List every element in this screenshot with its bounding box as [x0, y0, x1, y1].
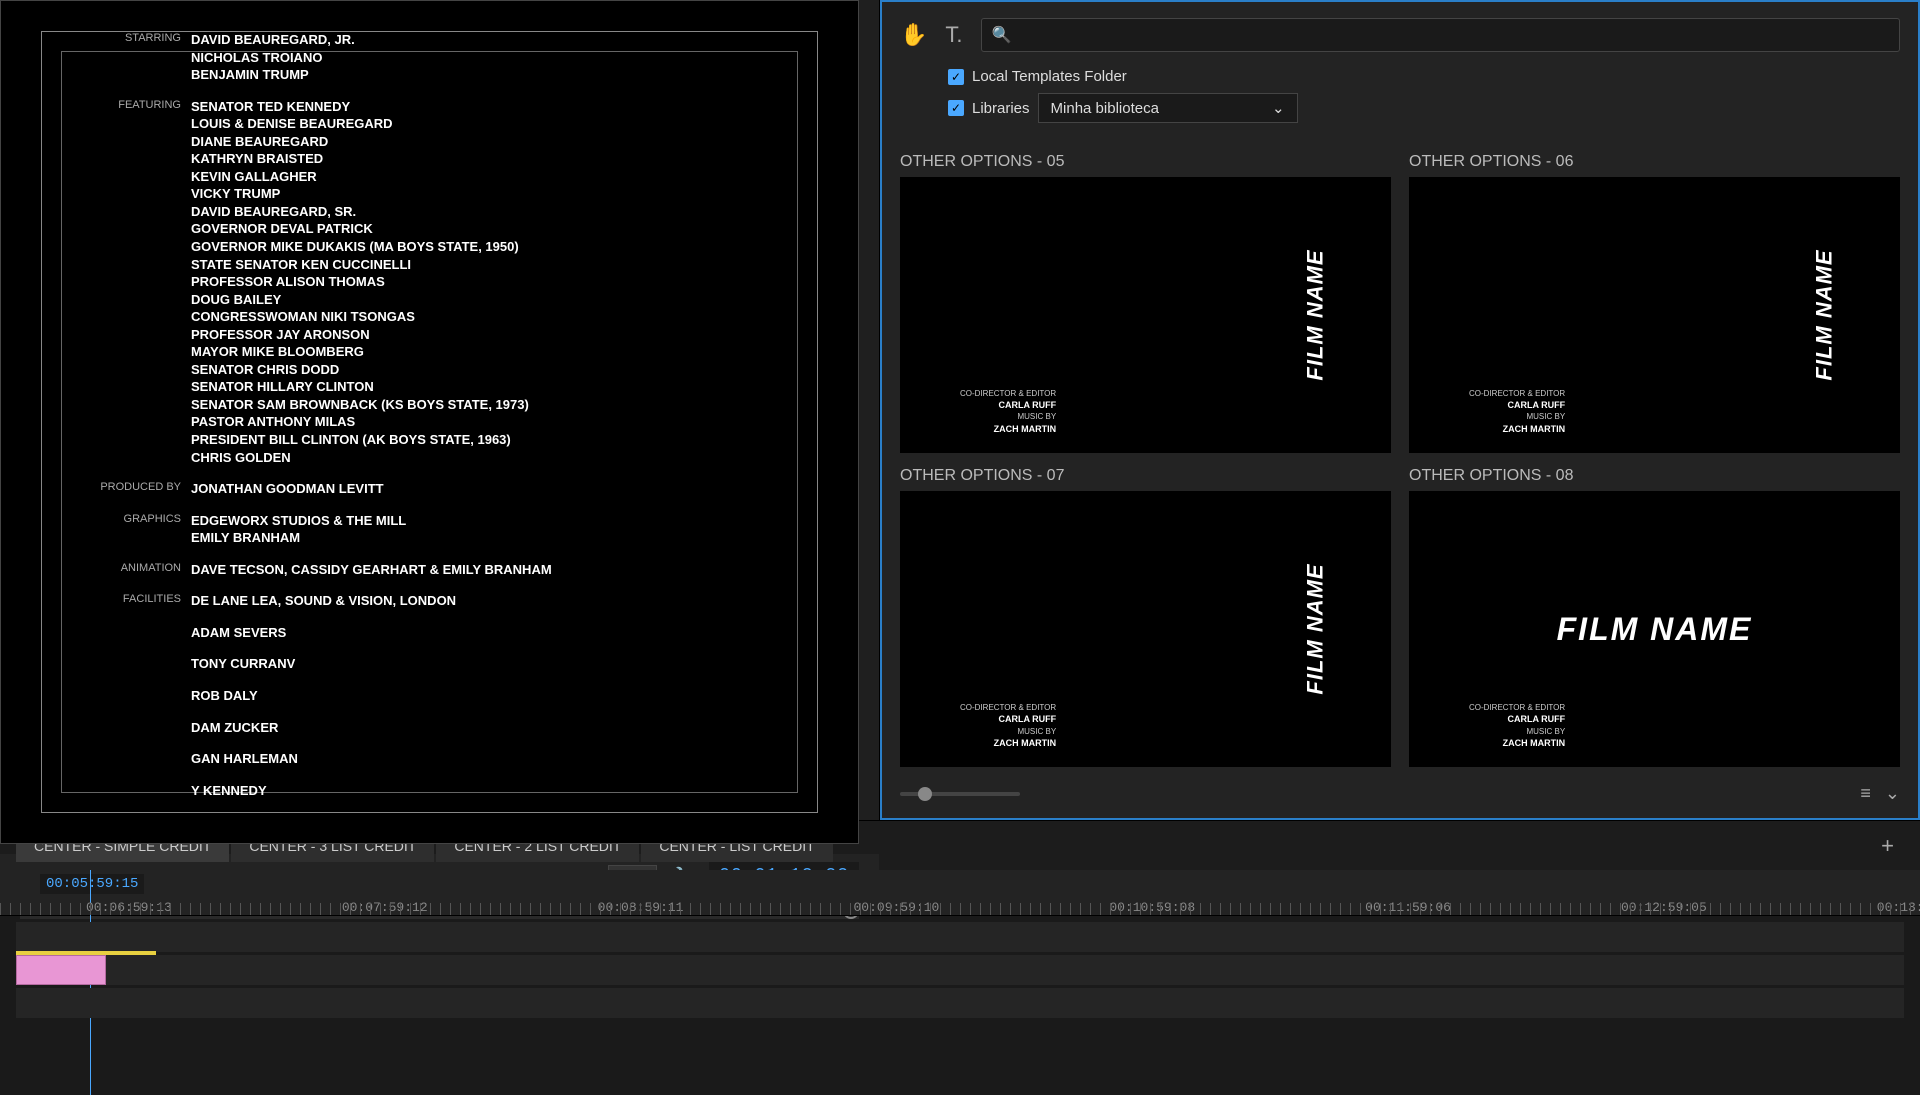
- program-monitor[interactable]: STARRING DAVID BEAUREGARD, JR.NICHOLAS T…: [0, 0, 859, 844]
- video-track[interactable]: [16, 922, 1904, 952]
- sort-chevron-icon[interactable]: ⌄: [1885, 783, 1900, 804]
- credits-roll: STARRING DAVID BEAUREGARD, JR.NICHOLAS T…: [31, 21, 828, 823]
- template-thumbnail[interactable]: CO-DIRECTOR & EDITORCARLA RUFFMUSIC BYZA…: [1409, 177, 1900, 453]
- video-track[interactable]: [16, 955, 1904, 985]
- template-item[interactable]: OTHER OPTIONS - 08CO-DIRECTOR & EDITORCA…: [1409, 461, 1900, 767]
- template-item[interactable]: OTHER OPTIONS - 05CO-DIRECTOR & EDITORCA…: [900, 147, 1391, 453]
- program-monitor-panel: STARRING DAVID BEAUREGARD, JR.NICHOLAS T…: [0, 0, 880, 820]
- libraries-label: Libraries: [972, 100, 1030, 117]
- eg-filters: ✓ Local Templates Folder ✓ Libraries Min…: [900, 64, 1900, 143]
- timeline-panel: CENTER - SIMPLE CREDITCENTER - 3 LIST CR…: [0, 820, 1920, 1080]
- zoom-handle[interactable]: [918, 787, 932, 801]
- template-thumbnail[interactable]: CO-DIRECTOR & EDITORCARLA RUFFMUSIC BYZA…: [900, 491, 1391, 767]
- credit-label: FEATURING: [71, 98, 181, 466]
- template-label: OTHER OPTIONS - 05: [900, 147, 1391, 177]
- video-track[interactable]: [16, 988, 1904, 1018]
- template-item[interactable]: OTHER OPTIONS - 07CO-DIRECTOR & EDITORCA…: [900, 461, 1391, 767]
- playhead-timecode[interactable]: 00:05:59:15: [40, 874, 144, 894]
- template-thumbnail[interactable]: CO-DIRECTOR & EDITORCARLA RUFFMUSIC BYZA…: [900, 177, 1391, 453]
- template-item[interactable]: OTHER OPTIONS - 06CO-DIRECTOR & EDITORCA…: [1409, 147, 1900, 453]
- hand-tool-icon[interactable]: ✋: [900, 22, 927, 48]
- search-icon: 🔍: [992, 25, 1012, 45]
- libraries-checkbox[interactable]: ✓: [948, 100, 964, 116]
- library-dropdown[interactable]: Minha biblioteca ⌄: [1038, 93, 1298, 123]
- video-clip[interactable]: [16, 955, 106, 985]
- timeline-tracks[interactable]: [0, 916, 1920, 1080]
- template-thumbnail[interactable]: CO-DIRECTOR & EDITORCARLA RUFFMUSIC BYZA…: [1409, 491, 1900, 767]
- type-tool-icon[interactable]: T.: [945, 22, 962, 48]
- search-input[interactable]: [1019, 27, 1889, 43]
- template-search[interactable]: 🔍: [981, 18, 1900, 52]
- sort-icon[interactable]: ≡: [1860, 783, 1871, 804]
- eg-toolbar: ✋ T. 🔍: [900, 12, 1900, 64]
- essential-graphics-panel: ✋ T. 🔍 ✓ Local Templates Folder ✓ Librar…: [880, 0, 1920, 820]
- chevron-down-icon: ⌄: [1272, 99, 1285, 117]
- local-folder-checkbox[interactable]: ✓: [948, 69, 964, 85]
- template-label: OTHER OPTIONS - 07: [900, 461, 1391, 491]
- templates-grid: OTHER OPTIONS - 05CO-DIRECTOR & EDITORCA…: [900, 143, 1900, 771]
- template-label: OTHER OPTIONS - 06: [1409, 147, 1900, 177]
- eg-footer: ≡ ⌄: [900, 771, 1900, 808]
- new-item-icon[interactable]: +: [1871, 833, 1904, 859]
- timeline-ruler[interactable]: 00:05:59:15 00:06:59:1300:07:59:1200:08:…: [0, 870, 1920, 916]
- template-label: OTHER OPTIONS - 08: [1409, 461, 1900, 491]
- thumbnail-zoom-slider[interactable]: [900, 792, 1020, 796]
- local-folder-label: Local Templates Folder: [972, 68, 1127, 85]
- credit-label: STARRING: [71, 31, 181, 84]
